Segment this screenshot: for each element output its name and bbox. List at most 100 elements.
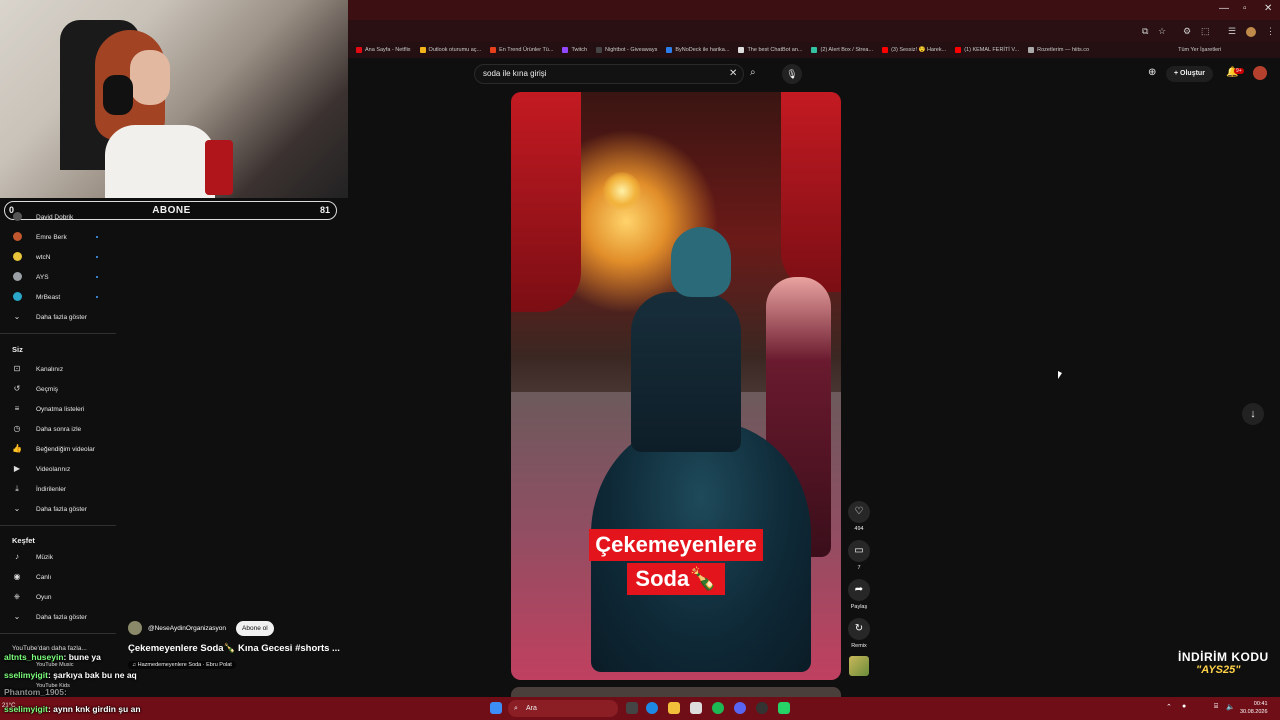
playlist-icon: ≡ <box>14 404 20 413</box>
share-icon[interactable]: ➦ <box>848 579 870 601</box>
heart-icon[interactable]: ♡ <box>848 501 870 523</box>
bookmark-item[interactable]: Nightbot - Giveaways <box>596 47 657 53</box>
close-window-icon[interactable]: ✕ <box>1264 3 1272 14</box>
live-indicator <box>96 256 98 258</box>
clock[interactable]: 00:41 30.08.2026 <box>1240 700 1268 716</box>
store-icon[interactable] <box>690 702 702 714</box>
sidebar-item[interactable]: ▶ Videolarınız <box>0 459 116 479</box>
avatar[interactable] <box>1253 66 1267 80</box>
cast-icon[interactable]: ⊕ <box>1148 67 1156 78</box>
music-track[interactable]: ♫ Hazmedemeyenlere Soda · Ebru Polat <box>128 661 236 669</box>
sidebar-item[interactable]: ⤓ İndirilenler <box>0 479 116 499</box>
sidebar-item[interactable]: ↺ Geçmiş <box>0 379 116 399</box>
task-view-icon[interactable] <box>626 702 638 714</box>
discord-icon[interactable] <box>734 702 746 714</box>
sidebar-item-label: Daha fazla göster <box>36 506 87 513</box>
chevron-up-icon[interactable]: ⌃ <box>1166 703 1172 711</box>
bookmark-item[interactable]: Outlook oturumu aç... <box>419 47 481 53</box>
video-title[interactable]: Çekemeyenlere Soda🍾 Kına Gecesi #shorts … <box>128 643 340 654</box>
sidebar-item[interactable]: ◷ Daha sonra izle <box>0 419 116 439</box>
bookmarks-bar: Ana Sayfa - Netflix Outlook oturumu aç...… <box>348 42 1280 58</box>
sidebar-subscription[interactable]: MrBeast <box>0 287 116 307</box>
puzzle-icon[interactable]: ⬚ <box>1201 26 1210 37</box>
windows-start-icon[interactable] <box>490 702 502 714</box>
bookmark-item[interactable]: (1) KEMAL FERİTİ V... <box>955 47 1019 53</box>
tray-app-icon[interactable]: ● <box>1182 703 1186 710</box>
divider <box>0 333 116 334</box>
comment-icon[interactable]: ▭ <box>848 540 870 562</box>
sidebar-item[interactable]: ≡ Oynatma listeleri <box>0 399 116 419</box>
audio-thumbnail[interactable] <box>849 656 869 676</box>
live-indicator <box>96 276 98 278</box>
comment-action[interactable]: ▭ 7 <box>848 540 870 571</box>
sidebar-subscription[interactable]: wtcN <box>0 247 116 267</box>
show-more-button[interactable]: ⌄ Daha fazla göster <box>0 499 116 519</box>
spotify-icon[interactable] <box>712 702 724 714</box>
video-caption: Çekemeyenlere Soda🍾 <box>511 529 841 595</box>
bookmark-item[interactable]: (2) Alert Box / Strea... <box>811 47 873 53</box>
bookmark-label: Nightbot - Giveaways <box>605 47 658 53</box>
chrome-icon[interactable] <box>646 702 658 714</box>
goal-count: 81 <box>319 205 330 215</box>
section-you[interactable]: Siz <box>12 345 23 354</box>
clear-search-icon[interactable]: ✕ <box>729 68 737 79</box>
all-bookmarks[interactable]: Tüm Yer İşaretleri <box>1178 47 1221 53</box>
sidebar-item[interactable]: ⎈ Oyun <box>0 587 116 607</box>
sidebar-subscription[interactable]: AYS <box>0 267 116 287</box>
bookmark-label: En Trend Ürünler Tü... <box>499 47 554 53</box>
bookmark-item[interactable]: En Trend Ürünler Tü... <box>490 47 553 53</box>
chat-message: Phantom_1905: <box>4 687 67 697</box>
search-icon[interactable]: ⌕ <box>750 67 756 78</box>
sidebar-item[interactable]: 👍 Beğendiğim videolar <box>0 439 116 459</box>
remix-action[interactable]: ↻ Remix <box>848 618 870 649</box>
network-icon[interactable]: ⌸ <box>1214 703 1218 711</box>
sidebar-item[interactable]: ⊡ Kanalınız <box>0 359 116 379</box>
whatsapp-icon[interactable] <box>778 702 790 714</box>
bookmark-star-icon[interactable]: ☆ <box>1158 26 1166 37</box>
sidebar-item-label: wtcN <box>36 254 51 261</box>
next-short-preview[interactable] <box>511 687 841 697</box>
bookmark-favicon-icon <box>1028 47 1035 53</box>
sidebar-subscription[interactable]: Emre Berk <box>0 227 116 247</box>
volume-icon[interactable]: 🔈 <box>1226 703 1235 711</box>
mic-icon[interactable]: 🎙 <box>782 64 802 84</box>
bookmark-item[interactable]: (3) Sessiz! 😯 Harek... <box>882 47 946 53</box>
obs-icon[interactable] <box>756 702 768 714</box>
bookmark-label: Twitch <box>571 47 588 53</box>
channel-name[interactable]: @NeseAydinOrganizasyon <box>148 625 226 632</box>
subscribe-button[interactable]: Abone ol <box>236 620 274 636</box>
minimize-icon[interactable]: — <box>1219 3 1229 14</box>
like-action[interactable]: ♡ 494 <box>848 501 870 532</box>
history-icon: ↺ <box>13 384 21 393</box>
menu-icon[interactable]: ☰ <box>1228 26 1236 37</box>
arrow-down-icon[interactable]: ↓ <box>1242 403 1264 425</box>
chevron-down-icon: ⌄ <box>13 312 21 321</box>
create-button[interactable]: + Oluştur <box>1166 66 1213 82</box>
maximize-icon[interactable]: ▫ <box>1243 3 1247 14</box>
sidebar-item[interactable]: ◉ Canlı <box>0 567 116 587</box>
channel-avatar[interactable] <box>128 621 142 635</box>
folder-icon[interactable] <box>668 702 680 714</box>
promo-code: "AYS25" <box>1196 664 1241 676</box>
search-input[interactable]: soda ile kına girişi <box>474 64 744 84</box>
remix-icon[interactable]: ↻ <box>848 618 870 640</box>
show-more-button[interactable]: ⌄ Daha fazla göster <box>0 607 116 627</box>
extension-icon[interactable]: ⚙ <box>1183 26 1191 37</box>
profile-icon[interactable] <box>1246 27 1256 37</box>
bookmark-item[interactable]: Twitch <box>562 47 587 53</box>
bookmark-item[interactable]: Rozetlerim — hiits.co <box>1028 47 1089 53</box>
bookmark-item[interactable]: ByNoDeck ile harika... <box>666 47 729 53</box>
bookmark-item[interactable]: Ana Sayfa - Netflix <box>356 47 411 53</box>
bookmark-item[interactable]: The best ChatBot an... <box>738 47 802 53</box>
share-action[interactable]: ➦ Paylaş <box>848 579 870 610</box>
more-icon[interactable]: ⋮ <box>1266 26 1275 37</box>
install-icon[interactable]: ⧉ <box>1142 26 1148 37</box>
sidebar-subscription[interactable]: David Dobrik <box>0 207 116 227</box>
comment-count: 7 <box>857 565 861 571</box>
show-more-button[interactable]: ⌄ Daha fazla göster <box>0 307 116 327</box>
sidebar-item[interactable]: ♪ Müzik <box>0 547 116 567</box>
short-video[interactable]: Çekemeyenlere Soda🍾 <box>511 92 841 680</box>
sidebar-item-label: İndirilenler <box>36 486 66 493</box>
youtube-music-link[interactable]: YouTube Music <box>36 662 74 668</box>
taskbar-search[interactable]: ⌕ Ara <box>508 700 618 717</box>
